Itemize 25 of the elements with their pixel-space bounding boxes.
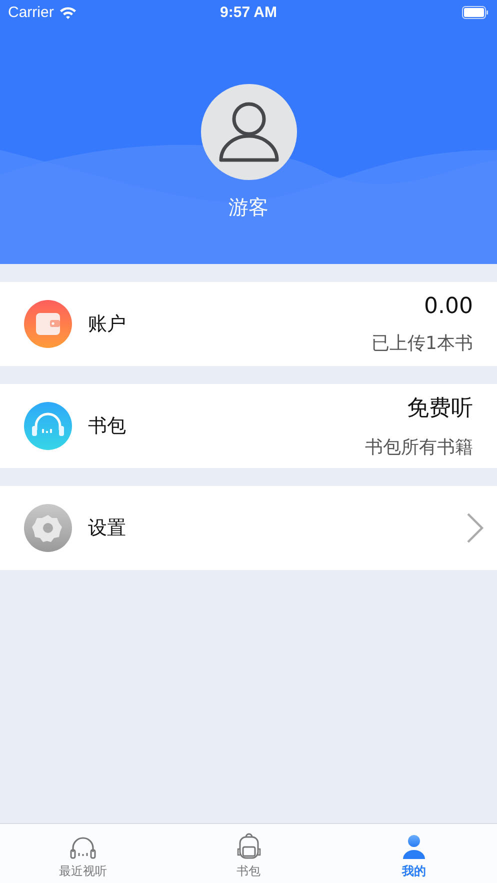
user-name: 游客 — [228, 194, 268, 221]
menu-value: 免费听 — [407, 395, 473, 423]
time-text: 9:57 AM — [220, 4, 277, 21]
wallet-icon — [24, 300, 72, 348]
battery-icon — [462, 6, 489, 19]
menu-row[interactable]: 书包 免费听 书包所有书籍 — [0, 384, 497, 468]
carrier-text: Carrier — [8, 4, 54, 21]
headphones-icon — [24, 402, 72, 450]
menu-label: 设置 — [88, 516, 127, 541]
gear-icon — [24, 504, 72, 552]
menu-row[interactable]: 账户 0.00 已上传1本书 — [0, 282, 497, 366]
tab[interactable]: 我的 — [331, 824, 497, 883]
wifi-icon — [58, 6, 77, 19]
menu-note: 已上传1本书 — [372, 332, 473, 354]
menu-value: 0.00 — [424, 294, 473, 318]
menu-row[interactable]: 设置 — [0, 486, 497, 570]
menu-label: 书包 — [88, 414, 127, 439]
backpack-icon — [236, 832, 262, 860]
menu-label: 账户 — [88, 312, 127, 337]
tab[interactable]: 最近视听 — [0, 824, 166, 883]
person-icon — [402, 834, 426, 860]
tab[interactable]: 书包 — [166, 824, 332, 883]
chevron-right-icon — [465, 512, 485, 544]
headphones-icon — [68, 836, 97, 860]
menu-note: 书包所有书籍 — [365, 436, 473, 459]
